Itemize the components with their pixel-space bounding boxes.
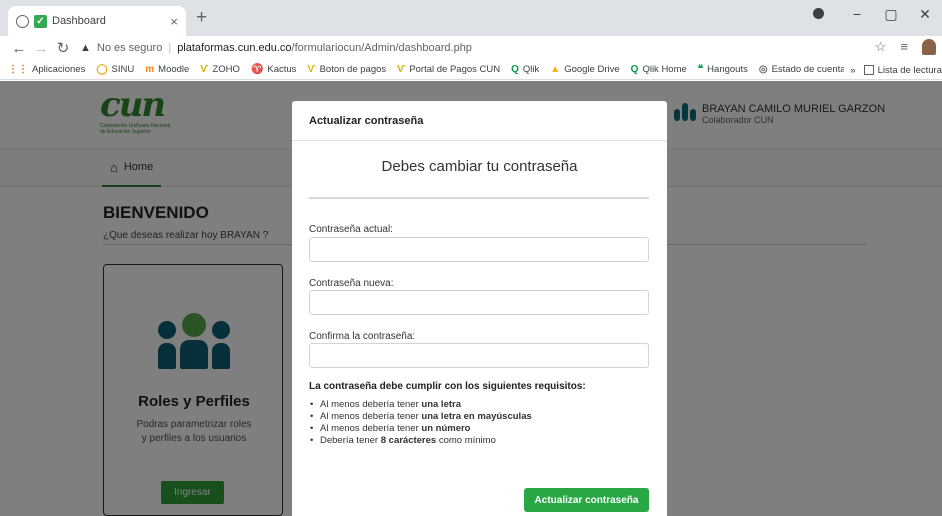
- confirm-password-input[interactable]: [309, 343, 649, 368]
- zoho-icon: Ѵ: [200, 64, 209, 75]
- payments-icon: Ѵ: [307, 64, 316, 75]
- new-password-input[interactable]: [309, 290, 649, 315]
- browser-tab[interactable]: ✓ Dashboard ×: [8, 6, 186, 36]
- profile-avatar-icon[interactable]: [922, 39, 936, 55]
- toolbar-actions: ☆ ≡: [875, 39, 936, 55]
- minimize-icon[interactable]: −: [840, 6, 874, 22]
- moodle-icon: m: [145, 64, 155, 75]
- bookmarks-more-icon[interactable]: »: [850, 65, 855, 76]
- bookmark-qlik-home[interactable]: Q Qlik Home: [631, 64, 687, 75]
- bookmark-label: ZOHO: [212, 64, 240, 75]
- qlik-home-icon: Q: [630, 64, 639, 75]
- requirement-item: Al menos debería tener un número: [309, 423, 532, 435]
- requirement-item: Al menos debería tener una letra en mayú…: [309, 411, 532, 423]
- bookmark-label: Aplicaciones: [32, 64, 86, 75]
- requirements-list: Al menos debería tener una letra Al meno…: [309, 399, 532, 447]
- bookmarks-bar: ⋮⋮ Aplicaciones ◯ SINU m Moodle Ѵ ZOHO ♈ Kactus Ѵ B…: [0, 60, 942, 80]
- new-password-label: Contraseña nueva:: [309, 278, 394, 289]
- modal-title: Actualizar contraseña: [292, 101, 667, 141]
- dashboard-favicon-icon: ✓: [34, 14, 47, 28]
- confirm-password-label: Confirma la contraseña:: [309, 331, 416, 342]
- bookmark-hangouts[interactable]: ❝ Hangouts: [698, 64, 748, 75]
- current-password-input[interactable]: [309, 237, 649, 262]
- bookmark-moodle[interactable]: m Moodle: [145, 64, 189, 75]
- bookmark-label: Estado de cuenta: [771, 64, 846, 75]
- new-tab-icon[interactable]: +: [196, 8, 207, 28]
- bookmark-label: Qlik: [522, 64, 540, 75]
- bookmark-label: Qlik Home: [642, 64, 687, 75]
- change-password-modal: Actualizar contraseña Debes cambiar tu c…: [292, 101, 667, 516]
- bookmark-google-drive[interactable]: ▲ Google Drive: [550, 64, 619, 75]
- tab-close-icon[interactable]: ×: [170, 14, 178, 29]
- window-controls: − ▢ ✕: [806, 0, 942, 28]
- requirement-item: Debería tener 8 carácteres como mínimo: [309, 435, 532, 447]
- bookmark-sinu[interactable]: ◯ SINU: [96, 64, 134, 75]
- bookmark-label: Google Drive: [564, 64, 620, 75]
- bookmark-boton-de-pagos[interactable]: Ѵ Boton de pagos: [307, 64, 386, 75]
- kactus-icon: ♈: [250, 64, 264, 75]
- modal-divider: [309, 197, 649, 199]
- browser-toolbar: ← → ↻ ▲ No es seguro | plataformas.cun.e…: [0, 36, 942, 60]
- update-password-button[interactable]: Actualizar contraseña: [524, 488, 649, 512]
- close-window-icon[interactable]: ✕: [908, 6, 942, 23]
- bookmark-kactus[interactable]: ♈ Kactus: [251, 64, 297, 75]
- globe-icon: [16, 14, 29, 28]
- qlik-icon: Q: [511, 64, 519, 75]
- hangouts-icon: ❝: [697, 64, 704, 75]
- tab-title: Dashboard: [52, 15, 106, 27]
- address-host: plataformas.cun.edu.co: [177, 42, 292, 54]
- security-label: No es seguro: [96, 42, 163, 54]
- bookmark-label: SINU: [111, 64, 135, 75]
- bookmark-label: Kactus: [267, 64, 297, 75]
- restore-icon[interactable]: ▢: [874, 6, 908, 23]
- drive-icon: ▲: [550, 64, 561, 75]
- bookmarks-overflow: » Lista de lectura: [844, 60, 942, 79]
- bookmark-label: Portal de Pagos CUN: [409, 64, 501, 75]
- bookmark-label: Moodle: [158, 64, 190, 75]
- requirements-title: La contraseña debe cumplir con los sigui…: [309, 381, 586, 392]
- warning-icon: ▲: [80, 42, 91, 54]
- reading-list-icon[interactable]: ≡: [900, 39, 908, 55]
- bookmark-zoho[interactable]: Ѵ ZOHO: [200, 64, 240, 75]
- recording-indicator-icon: [806, 6, 840, 22]
- bookmark-star-icon[interactable]: ☆: [875, 39, 887, 55]
- globe-icon: ◎: [758, 64, 768, 75]
- reading-list-icon: [863, 65, 874, 75]
- requirement-item: Al menos debería tener una letra: [309, 399, 532, 411]
- forward-icon[interactable]: →: [30, 40, 52, 57]
- address-path: /formulariocun/Admin/dashboard.php: [291, 42, 472, 54]
- payments-portal-icon: Ѵ: [397, 64, 406, 75]
- bookmark-estado-de-cuenta[interactable]: ◎ Estado de cuenta: [759, 64, 846, 75]
- bookmark-portal-de-pagos-cun[interactable]: Ѵ Portal de Pagos CUN: [397, 64, 500, 75]
- browser-tabstrip: ✓ Dashboard × + − ▢ ✕: [0, 0, 942, 36]
- address-bar[interactable]: ▲ No es seguro | plataformas.cun.edu.co …: [80, 37, 472, 59]
- reload-icon[interactable]: ↻: [52, 39, 74, 57]
- current-password-label: Contraseña actual:: [309, 224, 393, 235]
- reading-list-label[interactable]: Lista de lectura: [878, 65, 942, 76]
- apps-grid-icon: ⋮⋮: [8, 64, 28, 75]
- bookmark-aplicaciones[interactable]: ⋮⋮ Aplicaciones: [8, 64, 85, 75]
- bookmark-label: Boton de pagos: [319, 64, 387, 75]
- address-separator: |: [168, 42, 172, 54]
- bookmark-label: Hangouts: [707, 64, 748, 75]
- sinu-icon: ◯: [96, 64, 108, 75]
- bookmark-qlik[interactable]: Q Qlik: [511, 64, 539, 75]
- modal-subtitle: Debes cambiar tu contraseña: [381, 158, 578, 175]
- back-icon[interactable]: ←: [8, 40, 30, 57]
